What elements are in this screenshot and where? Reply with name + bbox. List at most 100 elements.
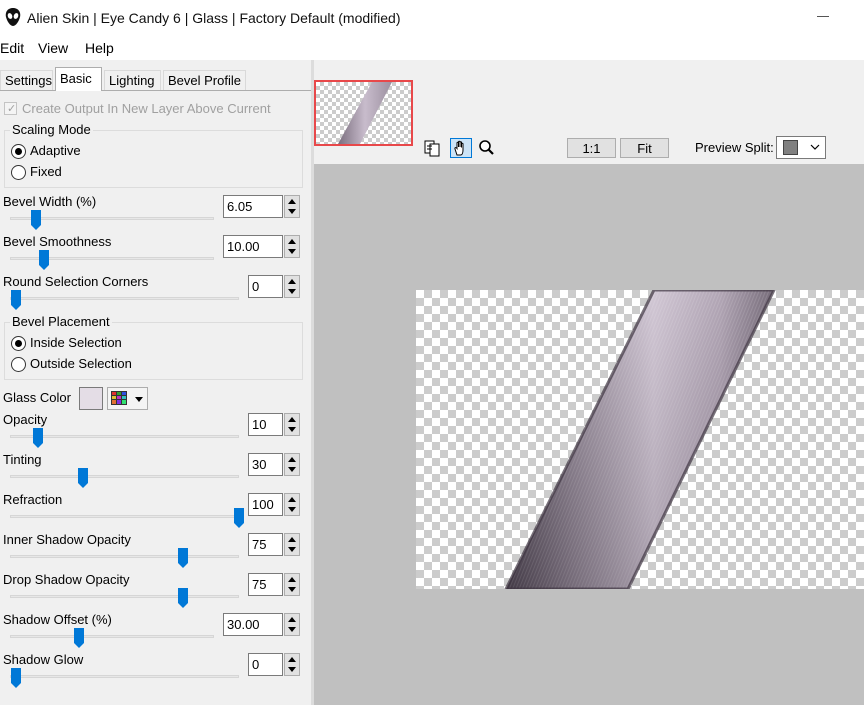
opacity-slider-thumb[interactable] [33, 428, 44, 448]
round-corners-spinner[interactable] [284, 275, 300, 298]
minimize-icon[interactable] [817, 16, 829, 17]
fit-button[interactable]: Fit [620, 138, 669, 158]
radio-outside-selection-label: Outside Selection [30, 356, 132, 371]
spin-up-icon[interactable] [288, 577, 296, 582]
radio-inside-selection[interactable] [11, 336, 26, 351]
radio-outside-selection[interactable] [11, 357, 26, 372]
shadow-glow-spinner[interactable] [284, 653, 300, 676]
spin-up-icon[interactable] [288, 417, 296, 422]
shadow-offset-slider-track[interactable] [10, 635, 214, 638]
spin-up-icon[interactable] [288, 457, 296, 462]
bevel-placement-label: Bevel Placement [10, 314, 112, 329]
bevel-smoothness-label: Bevel Smoothness [3, 234, 112, 249]
spin-down-icon[interactable] [288, 627, 296, 632]
inner-shadow-opacity-slider-track[interactable] [10, 555, 239, 558]
inner-shadow-opacity-spinner[interactable] [284, 533, 300, 556]
round-corners-input[interactable]: 0 [248, 275, 283, 298]
bevel-smoothness-input[interactable]: 10.00 [223, 235, 283, 258]
tinting-label: Tinting [3, 452, 42, 467]
drop-shadow-opacity-input[interactable]: 75 [248, 573, 283, 596]
tab-bevel-profile[interactable]: Bevel Profile [163, 70, 246, 90]
drop-shadow-opacity-slider-thumb[interactable] [178, 588, 189, 608]
alien-skin-app-icon [5, 8, 21, 26]
spin-up-icon[interactable] [288, 497, 296, 502]
tab-lighting[interactable]: Lighting [104, 70, 161, 90]
shadow-glow-label: Shadow Glow [3, 652, 84, 667]
shadow-glow-slider-thumb[interactable] [11, 668, 21, 688]
refraction-slider-track[interactable] [10, 515, 239, 518]
spin-up-icon[interactable] [288, 617, 296, 622]
shadow-offset-slider-thumb[interactable] [73, 628, 84, 648]
bevel-width-value: 6.05 [227, 199, 253, 214]
tinting-input[interactable]: 30 [248, 453, 283, 476]
zoom-1to1-button[interactable]: 1:1 [567, 138, 616, 158]
shadow-offset-spinner[interactable] [284, 613, 300, 636]
inner-shadow-opacity-slider-thumb[interactable] [178, 548, 189, 568]
spin-down-icon[interactable] [288, 507, 296, 512]
radio-selected-dot [15, 148, 22, 155]
tinting-spinner[interactable] [284, 453, 300, 476]
preview-split-dropdown[interactable] [776, 136, 826, 159]
bevel-width-input[interactable]: 6.05 [223, 195, 283, 218]
chevron-down-icon [810, 144, 820, 150]
spin-down-icon[interactable] [288, 209, 296, 214]
bevel-smoothness-slider-thumb[interactable] [39, 250, 50, 270]
spin-up-icon[interactable] [288, 279, 296, 284]
opacity-input[interactable]: 10 [248, 413, 283, 436]
shadow-glow-slider-track[interactable] [10, 675, 239, 678]
refraction-input[interactable]: 100 [248, 493, 283, 516]
drop-shadow-opacity-value: 75 [252, 577, 267, 592]
opacity-spinner[interactable] [284, 413, 300, 436]
round-corners-slider-track[interactable] [10, 297, 239, 300]
round-corners-label: Round Selection Corners [3, 274, 149, 289]
zoom-tool-icon[interactable] [476, 138, 498, 158]
shadow-glow-input[interactable]: 0 [248, 653, 283, 676]
spin-down-icon[interactable] [288, 587, 296, 592]
navigator-thumbnail[interactable] [314, 80, 413, 146]
round-corners-slider-thumb[interactable] [11, 290, 21, 310]
refraction-value: 100 [252, 497, 274, 512]
menu-edit[interactable]: Edit [0, 40, 24, 56]
glass-color-label: Glass Color [3, 390, 71, 405]
color-palette-dropdown[interactable] [107, 387, 148, 410]
shadow-offset-input[interactable]: 30.00 [223, 613, 283, 636]
refraction-spinner[interactable] [284, 493, 300, 516]
inner-shadow-opacity-input[interactable]: 75 [248, 533, 283, 556]
spin-down-icon[interactable] [288, 547, 296, 552]
spin-up-icon[interactable] [288, 239, 296, 244]
menu-view[interactable]: View [38, 40, 68, 56]
drop-shadow-opacity-spinner[interactable] [284, 573, 300, 596]
shadow-offset-value: 30.00 [227, 617, 260, 632]
radio-adaptive[interactable] [11, 144, 26, 159]
bevel-width-spinner[interactable] [284, 195, 300, 218]
create-output-checkbox[interactable]: ✓ [4, 102, 17, 115]
opacity-label: Opacity [3, 412, 48, 427]
compare-tool-icon[interactable] [422, 138, 444, 158]
glass-color-swatch[interactable] [79, 387, 103, 410]
color-grid-icon [111, 391, 127, 405]
refraction-slider-thumb[interactable] [234, 508, 244, 528]
tinting-slider-track[interactable] [10, 475, 239, 478]
tinting-slider-thumb[interactable] [77, 468, 88, 488]
tab-basic[interactable]: Basic [55, 67, 102, 91]
chevron-down-icon [135, 397, 143, 402]
spin-down-icon[interactable] [288, 249, 296, 254]
spin-down-icon[interactable] [288, 667, 296, 672]
spin-up-icon[interactable] [288, 199, 296, 204]
hand-tool-icon[interactable] [450, 138, 472, 158]
preview-canvas[interactable] [416, 290, 864, 589]
check-icon: ✓ [7, 103, 17, 115]
spin-down-icon[interactable] [288, 289, 296, 294]
round-corners-value: 0 [252, 279, 260, 294]
spin-down-icon[interactable] [288, 467, 296, 472]
spin-up-icon[interactable] [288, 537, 296, 542]
radio-fixed[interactable] [11, 165, 26, 180]
drop-shadow-opacity-slider-track[interactable] [10, 595, 239, 598]
tab-settings[interactable]: Settings [0, 70, 53, 90]
bevel-smoothness-spinner[interactable] [284, 235, 300, 258]
menu-help[interactable]: Help [85, 40, 114, 56]
spin-down-icon[interactable] [288, 427, 296, 432]
bevel-width-slider-thumb[interactable] [31, 210, 42, 230]
spin-up-icon[interactable] [288, 657, 296, 662]
opacity-slider-track[interactable] [10, 435, 239, 438]
